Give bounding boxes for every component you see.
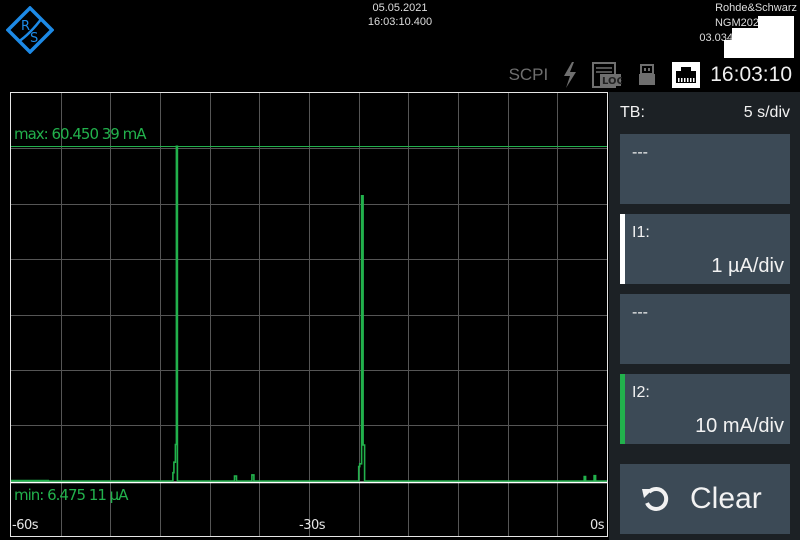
timebase-label: TB: [620,104,645,121]
svg-text:S: S [30,31,38,46]
svg-text:R: R [21,19,30,34]
max-value-label: max: 60.450 39 mA [14,125,146,143]
rohde-schwarz-logo: R S [6,6,54,54]
channel-scale: 1 µA/div [711,255,784,277]
scpi-indicator: SCPI [508,65,549,84]
logging-chart[interactable] [11,93,607,536]
channel-title: I2: [632,384,650,401]
channel-color-indicator [620,214,625,284]
clear-label: Clear [690,482,762,515]
status-bar: SCPI LOG 16:03:10 [509,60,792,90]
svg-text:LOG: LOG [602,76,622,87]
log-icon: LOG [592,62,622,88]
channel-color-indicator [620,374,625,444]
channel-card-i2[interactable]: I2: 10 mA/div [620,374,790,444]
x-tick-label: 0s [590,518,605,533]
redaction-block [758,16,794,28]
channel-title: I1: [632,224,650,241]
min-value-label: min: 6.475 11 µA [14,486,128,504]
slot-title: --- [632,144,648,161]
channel-card-i1[interactable]: I1: 1 µA/div [620,214,790,284]
ethernet-icon [672,62,701,88]
timestamp-text: 16:03:10.400 [367,16,433,28]
date-text: 05.05.2021 [372,2,428,14]
clock: 16:03:10 [710,63,792,86]
x-tick-label: -30s [299,518,326,533]
slot-title: --- [632,304,648,321]
x-tick-label: -60s [12,518,39,533]
channel-scale: 10 mA/div [695,415,784,437]
chart-grid [11,93,607,536]
date-time-display: 05.05.2021 16:03:10.400 [300,1,500,29]
lightning-icon [562,62,578,88]
manufacturer-text: Rohde&Schwarz [715,2,797,14]
clear-button[interactable]: Clear [620,464,790,534]
timebase-value: 5 s/div [743,104,790,121]
channel-slot-empty[interactable]: --- [620,294,790,364]
undo-icon [642,486,669,511]
usb-icon [638,64,656,86]
channel-slot-empty[interactable]: --- [620,134,790,204]
redaction-block [724,40,794,58]
